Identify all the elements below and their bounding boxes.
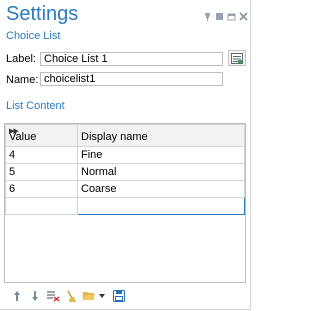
display-cell[interactable]: Normal [77,163,245,181]
dropdown-icon[interactable] [98,289,106,303]
table-row[interactable]: 6 Coarse [5,180,245,198]
choice-table: ▶▶ Value Display name 4 Fine 5 Normal 6 … [4,123,246,283]
table-row-new[interactable] [5,197,245,215]
value-cell[interactable]: 4 [5,146,78,164]
move-up-icon[interactable] [8,289,26,303]
table-row[interactable]: 5 Normal [5,163,245,181]
name-field-label: Name: [6,74,39,86]
column-header-display-name[interactable]: Display name [77,124,245,147]
float-icon[interactable] [227,12,236,21]
open-folder-icon[interactable] [80,289,98,303]
table-toolbar [8,289,128,303]
display-cell-active[interactable] [77,197,245,215]
column-header-value[interactable]: ▶▶ Value [5,124,78,147]
window-controls [203,12,248,21]
list-content-section-title: List Content [6,100,65,112]
save-icon[interactable] [110,289,128,303]
value-cell[interactable]: 5 [5,163,78,181]
insert-expression-icon [231,52,243,64]
value-cell[interactable]: 6 [5,180,78,198]
pin-icon[interactable] [203,12,212,21]
name-field[interactable]: choicelist1 [40,72,223,86]
expand-arrows-icon[interactable]: ▶▶ [9,127,19,135]
settings-panel: Settings Choice List Label: Choice List … [0,0,251,310]
table-row[interactable]: 4 Fine [5,146,245,164]
close-icon[interactable] [239,12,248,21]
clear-icon[interactable] [62,289,80,303]
page-title: Settings [6,3,79,25]
label-field-label: Label: [6,53,36,65]
page-subtitle: Choice List [6,30,61,42]
restore-icon[interactable] [215,12,224,21]
display-cell[interactable]: Coarse [77,180,245,198]
expression-button[interactable] [228,50,246,66]
column-header-display-label: Display name [81,131,148,143]
display-cell[interactable]: Fine [77,146,245,164]
delete-icon[interactable] [44,289,62,303]
label-field[interactable]: Choice List 1 [40,52,223,66]
value-cell[interactable] [5,197,78,215]
move-down-icon[interactable] [26,289,44,303]
